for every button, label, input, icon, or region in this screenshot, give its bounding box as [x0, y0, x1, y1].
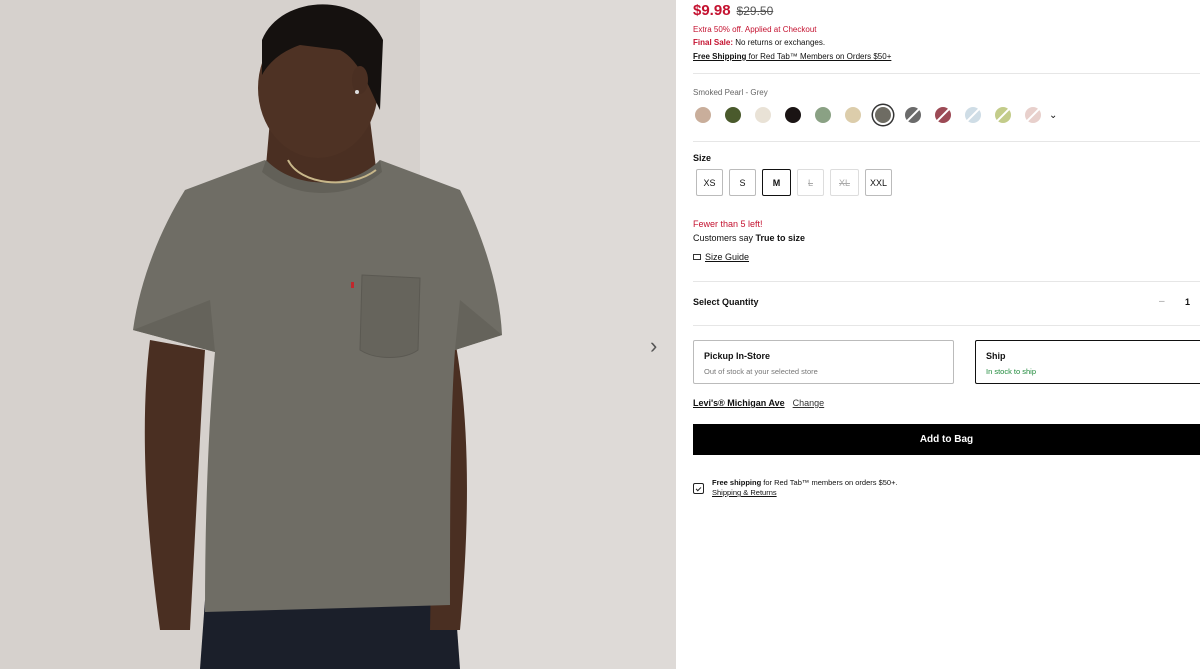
next-image-arrow-icon[interactable]: ›	[650, 335, 670, 358]
divider	[693, 141, 1200, 142]
color-swatch[interactable]	[815, 107, 831, 123]
shipping-info: Free shipping for Red Tab™ members on or…	[693, 478, 898, 498]
quantity-decrement-button[interactable]: –	[1159, 296, 1165, 307]
fit-prefix: Customers say	[693, 233, 756, 243]
model-illustration	[0, 0, 676, 669]
color-swatch[interactable]	[755, 107, 771, 123]
price-row: $9.98 $29.50	[693, 2, 773, 19]
color-swatch[interactable]	[785, 107, 801, 123]
divider	[693, 73, 1200, 74]
final-sale-text: No returns or exchanges.	[733, 38, 826, 47]
fit-feedback: Customers say True to size	[693, 233, 805, 243]
divider	[693, 325, 1200, 326]
color-swatches: ⌄	[695, 107, 1057, 123]
final-sale-notice: Final Sale: No returns or exchanges.	[693, 38, 825, 47]
ship-title: Ship	[986, 351, 1006, 361]
store-row: Levi's® Michigan Ave Change	[693, 398, 824, 408]
color-swatch[interactable]	[725, 107, 741, 123]
size-option[interactable]: L	[797, 169, 824, 196]
color-swatch[interactable]	[875, 107, 891, 123]
shipping-returns-link[interactable]: Shipping & Returns	[712, 488, 898, 498]
current-price: $9.98	[693, 2, 731, 19]
shipping-info-text: Free shipping for Red Tab™ members on or…	[712, 478, 898, 498]
selected-color-name: Smoked Pearl - Grey	[693, 88, 768, 97]
size-guide-label: Size Guide	[705, 252, 750, 262]
pickup-in-store-option[interactable]: Pickup In-Store Out of stock at your sel…	[693, 340, 954, 384]
chevron-down-icon[interactable]: ⌄	[1049, 110, 1057, 121]
divider	[693, 281, 1200, 282]
color-swatch[interactable]	[845, 107, 861, 123]
original-price: $29.50	[736, 4, 774, 18]
size-option[interactable]: XL	[830, 169, 859, 196]
free-shipping-link[interactable]: Free Shipping for Red Tab™ Members on Or…	[693, 52, 891, 61]
color-swatch[interactable]	[935, 107, 951, 123]
store-name-link[interactable]: Levi's® Michigan Ave	[693, 398, 785, 408]
fit-value: True to size	[755, 233, 806, 243]
color-swatch[interactable]	[1025, 107, 1041, 123]
color-swatch[interactable]	[965, 107, 981, 123]
product-details-panel: $9.98 $29.50 Extra 50% off. Applied at C…	[693, 0, 1200, 669]
size-label: Size	[693, 153, 712, 163]
size-guide-link[interactable]: Size Guide	[693, 252, 749, 262]
promo-text: Extra 50% off. Applied at Checkout	[693, 25, 817, 34]
ruler-icon	[693, 254, 701, 260]
calendar-check-icon	[693, 483, 704, 494]
stock-warning: Fewer than 5 left!	[693, 219, 763, 229]
product-image: ›	[0, 0, 676, 669]
quantity-label: Select Quantity	[693, 297, 759, 307]
final-sale-label: Final Sale:	[693, 38, 734, 47]
change-store-link[interactable]: Change	[793, 398, 825, 408]
shipping-info-desc: for Red Tab™ members on orders $50+.	[761, 478, 898, 487]
color-swatch[interactable]	[695, 107, 711, 123]
shipping-info-bold: Free shipping	[712, 478, 762, 487]
color-swatch[interactable]	[995, 107, 1011, 123]
ship-status: In stock to ship	[986, 367, 1037, 376]
size-option[interactable]: XXL	[865, 169, 892, 196]
size-option[interactable]: M	[762, 169, 791, 196]
color-swatch[interactable]	[905, 107, 921, 123]
free-shipping-label: Free Shipping	[693, 52, 747, 61]
size-options: XS S M L XL XXL	[696, 169, 892, 196]
size-option[interactable]: S	[729, 169, 756, 196]
pickup-status: Out of stock at your selected store	[704, 367, 818, 376]
add-to-bag-button[interactable]: Add to Bag	[693, 424, 1200, 455]
size-option[interactable]: XS	[696, 169, 723, 196]
free-shipping-text: for Red Tab™ Members on Orders $50+	[746, 52, 892, 61]
pickup-title: Pickup In-Store	[704, 351, 771, 361]
ship-option[interactable]: Ship In stock to ship	[975, 340, 1200, 384]
quantity-value[interactable]: 1	[1185, 297, 1190, 307]
